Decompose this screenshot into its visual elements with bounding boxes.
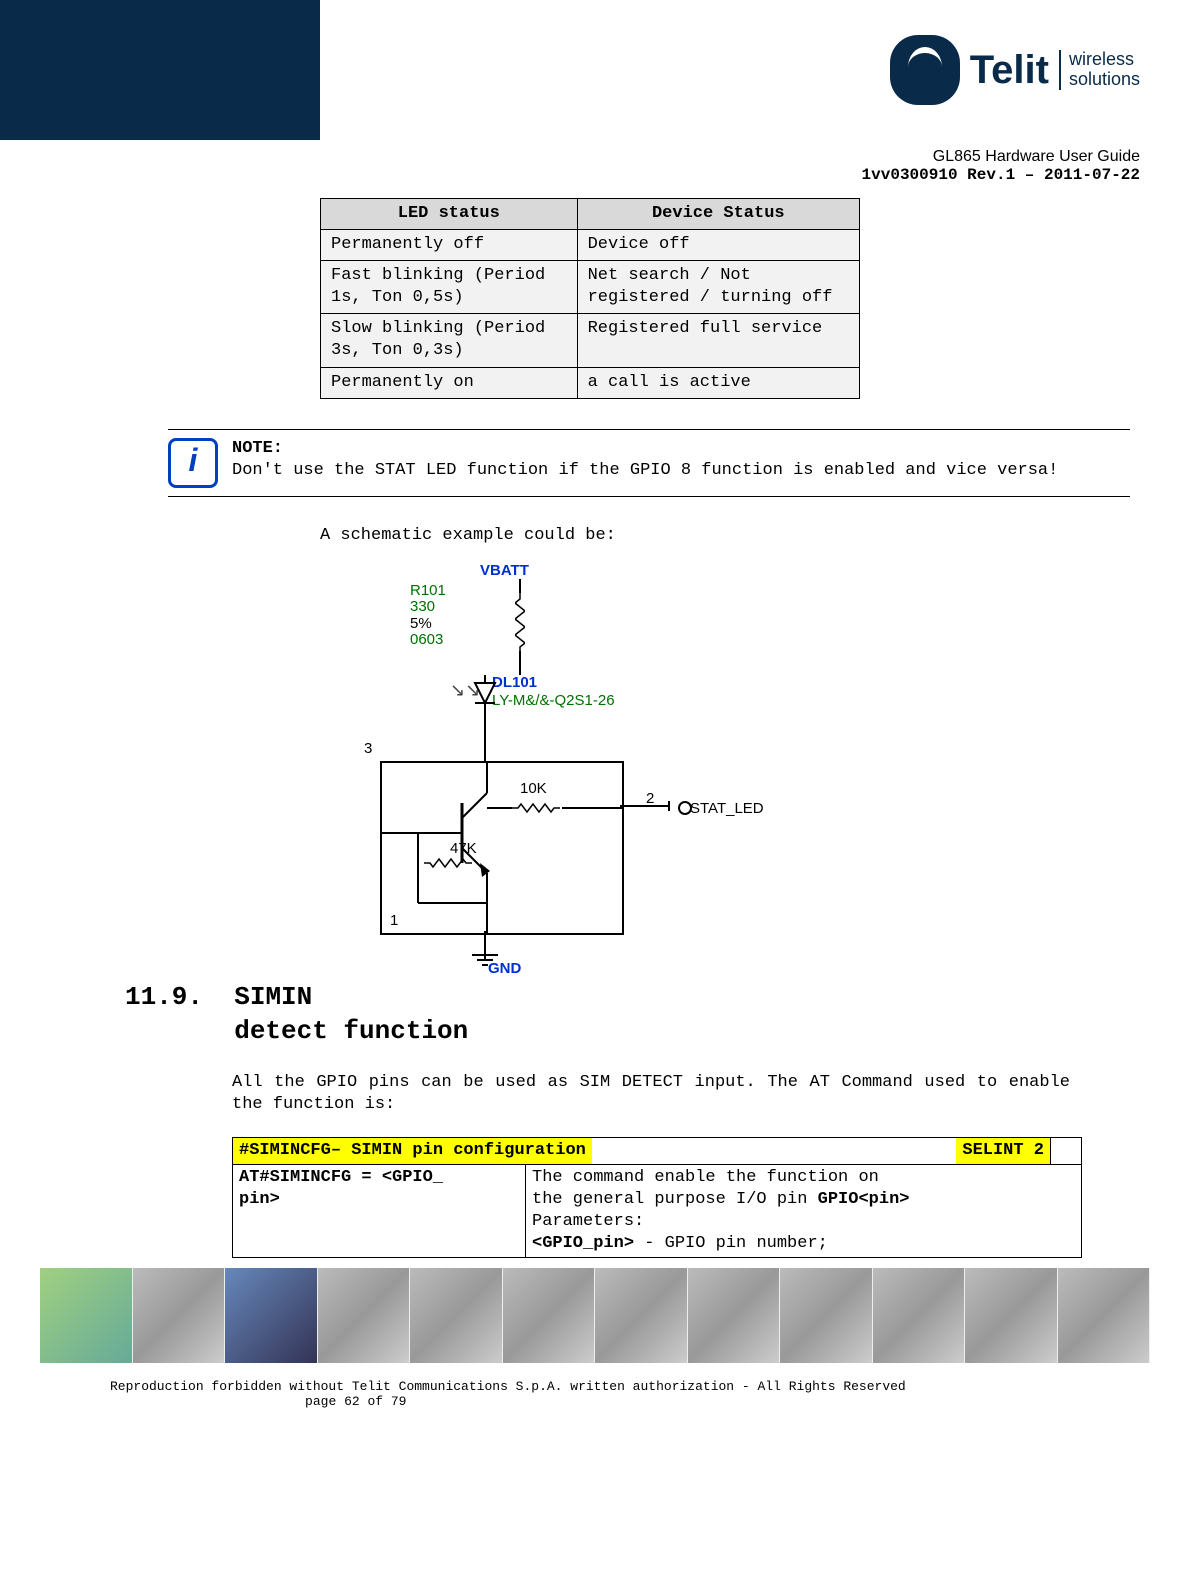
- schematic-10k: 10K: [520, 779, 547, 799]
- led-symbol-icon: [470, 675, 500, 719]
- schematic-vbatt-label: VBATT: [480, 561, 529, 581]
- schematic-intro-text: A schematic example could be:: [320, 525, 1130, 547]
- table-row: Fast blinking (Period 1s, Ton 0,5s) Net …: [321, 261, 860, 314]
- note-callout: NOTE: Don't use the STAT LED function if…: [168, 429, 1130, 497]
- cmd-header-left: #SIMINCFG– SIMIN pin configuration: [233, 1138, 592, 1164]
- document-title: GL865 Hardware User Guide: [0, 148, 1140, 166]
- schematic-pin1: 1: [390, 911, 398, 931]
- note-title: NOTE:: [232, 438, 1058, 460]
- table-row: Permanently on a call is active: [321, 367, 860, 398]
- logo-text: Telit: [970, 48, 1049, 93]
- resistor-icon: [515, 591, 525, 651]
- logo-area: Telit wireless solutions: [320, 0, 1190, 140]
- schematic-diagram: VBATT R101 330 5% 0603 ↘↘ DL101 LY-M&/&-…: [320, 561, 780, 981]
- table-row: Slow blinking (Period 3s, Ton 0,3s) Regi…: [321, 314, 860, 367]
- schematic-r101-label: R101 330 5% 0603: [410, 583, 446, 649]
- schematic-pin3: 3: [364, 739, 372, 759]
- transistor-icon: [382, 763, 622, 933]
- document-revision: 1vv0300910 Rev.1 – 2011-07-22: [0, 166, 1140, 184]
- info-icon: [168, 438, 218, 488]
- footer-legal: Reproduction forbidden without Telit Com…: [0, 1363, 1190, 1429]
- led-col-header-status: LED status: [321, 199, 578, 230]
- schematic-stat-led-label: STAT_LED: [690, 799, 764, 819]
- schematic-47k: 47K: [450, 839, 477, 859]
- section-heading: 11.9. SIMIN detect function: [125, 981, 1130, 1049]
- schematic-dl101-part: LY-M&/&-Q2S1-26: [492, 691, 615, 711]
- cmd-header-right: SELINT 2: [956, 1138, 1050, 1164]
- telit-logo-icon: [890, 35, 960, 105]
- table-row: Permanently off Device off: [321, 230, 860, 261]
- led-status-table: LED status Device Status Permanently off…: [320, 198, 860, 399]
- logo-subtitle: wireless solutions: [1059, 50, 1140, 90]
- led-col-header-device: Device Status: [577, 199, 859, 230]
- schematic-gnd-label: GND: [488, 959, 521, 979]
- footer-image-strip: [40, 1268, 1150, 1363]
- header-accent-block: [0, 0, 320, 140]
- command-table: #SIMINCFG– SIMIN pin configuration SELIN…: [232, 1137, 1082, 1258]
- note-body: Don't use the STAT LED function if the G…: [232, 460, 1058, 482]
- schematic-component-box: [380, 761, 624, 935]
- table-row: AT#SIMINCFG = <GPIO_pin> The command ena…: [233, 1164, 1082, 1257]
- page-number: 62 of 79: [344, 1394, 406, 1409]
- section-paragraph: All the GPIO pins can be used as SIM DET…: [232, 1072, 1070, 1116]
